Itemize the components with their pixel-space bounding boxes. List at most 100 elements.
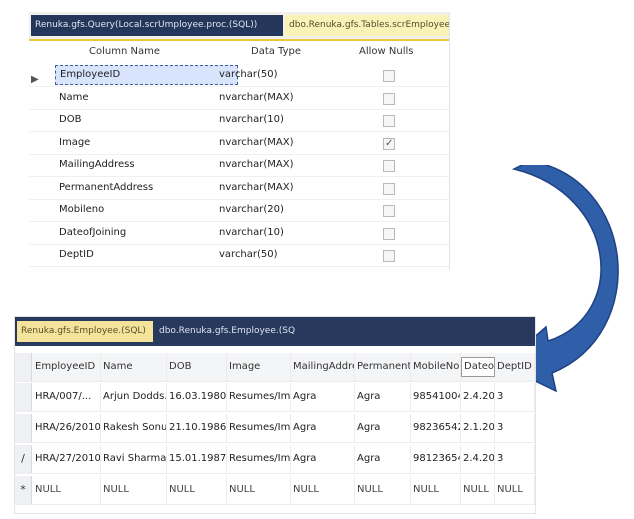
row-indicator[interactable] bbox=[15, 383, 32, 411]
column-name-cell[interactable]: Mobileno bbox=[55, 199, 239, 221]
table-cell[interactable]: NULL bbox=[355, 476, 411, 504]
data-type-cell[interactable]: varchar(50) bbox=[219, 244, 339, 266]
column-definition-row[interactable]: Name nvarchar(MAX) bbox=[29, 87, 449, 110]
results-tab-bar: Renuka.gfs.Employee.(SQL) dbo.Renuka.gfs… bbox=[15, 317, 535, 346]
table-cell[interactable]: Resumes/Ima... bbox=[227, 414, 291, 442]
tab-table-design[interactable]: dbo.Renuka.gfs.Tables.scrEmployee bbox=[285, 15, 449, 36]
designer-tab-bar: Renuka.gfs.Query(Local.scrUmployee.proc.… bbox=[29, 12, 449, 41]
row-indicator[interactable]: / bbox=[15, 445, 32, 473]
column-header[interactable]: DeptID bbox=[495, 353, 535, 381]
data-type-cell[interactable]: nvarchar(10) bbox=[219, 222, 339, 244]
column-definition-row[interactable]: Mobileno nvarchar(20) bbox=[29, 199, 449, 222]
column-definition-row[interactable]: DOB nvarchar(10) bbox=[29, 109, 449, 132]
table-cell[interactable]: 16.03.1980 bbox=[167, 383, 227, 411]
data-type-header: Data Type bbox=[251, 46, 302, 57]
column-definition-row[interactable]: PermanentAddress nvarchar(MAX) bbox=[29, 177, 449, 200]
column-name-cell[interactable]: DOB bbox=[55, 109, 239, 131]
table-cell[interactable]: Agra bbox=[291, 383, 355, 411]
data-type-cell[interactable]: nvarchar(MAX) bbox=[219, 132, 339, 154]
column-definition-row[interactable]: DeptID varchar(50) bbox=[29, 244, 449, 267]
table-cell[interactable]: Agra bbox=[355, 414, 411, 442]
allow-nulls-checkbox[interactable] bbox=[383, 92, 395, 105]
column-name-cell[interactable]: Image bbox=[55, 132, 239, 154]
column-name-header: Column Name bbox=[89, 46, 160, 57]
table-cell[interactable]: NULL bbox=[101, 476, 167, 504]
column-header[interactable]: Image bbox=[227, 353, 291, 381]
column-header[interactable]: MailingAddress bbox=[291, 353, 355, 381]
tab-query-document[interactable]: Renuka.gfs.Query(Local.scrUmployee.proc.… bbox=[31, 15, 283, 36]
table-cell[interactable]: HRA/27/2010 bbox=[33, 445, 101, 473]
results-header-row: EmployeeIDNameDOBImageMailingAddressPerm… bbox=[15, 353, 535, 382]
allow-nulls-checkbox[interactable] bbox=[383, 250, 395, 262]
column-definition-row[interactable]: Image nvarchar(MAX) bbox=[29, 132, 449, 155]
table-cell[interactable]: Rakesh Sonu... bbox=[101, 414, 167, 442]
column-name-cell[interactable]: DeptID bbox=[55, 244, 239, 266]
column-header[interactable]: DOB bbox=[167, 353, 227, 381]
table-cell[interactable]: Agra bbox=[355, 383, 411, 411]
column-definition-row[interactable]: MailingAddress nvarchar(MAX) bbox=[29, 154, 449, 177]
row-indicator[interactable] bbox=[15, 353, 32, 381]
table-cell[interactable]: 2.4.2010 bbox=[461, 445, 495, 473]
table-cell[interactable]: 9823654210 bbox=[411, 414, 461, 442]
column-header[interactable]: EmployeeID bbox=[33, 353, 101, 381]
table-cell[interactable]: Arjun Dodds... bbox=[101, 383, 167, 411]
table-cell[interactable]: 15.01.1987 bbox=[167, 445, 227, 473]
table-cell[interactable]: HRA/007/... bbox=[33, 383, 101, 411]
column-name-cell[interactable]: MailingAddress bbox=[55, 154, 239, 176]
table-row[interactable]: HRA/26/2010Rakesh Sonu...21.10.1986Resum… bbox=[15, 414, 535, 443]
table-cell[interactable]: 21.10.1986 bbox=[167, 414, 227, 442]
data-type-cell[interactable]: nvarchar(MAX) bbox=[219, 177, 339, 199]
table-cell[interactable]: 9812365478 bbox=[411, 445, 461, 473]
table-cell[interactable]: NULL bbox=[227, 476, 291, 504]
row-indicator[interactable]: * bbox=[15, 476, 32, 504]
column-header[interactable]: MobileNo bbox=[411, 353, 461, 381]
column-definition-row[interactable]: ▶ EmployeeID varchar(50) bbox=[29, 64, 449, 87]
column-name-cell[interactable]: PermanentAddress bbox=[55, 177, 239, 199]
allow-nulls-checkbox[interactable] bbox=[383, 182, 395, 195]
allow-nulls-checkbox[interactable] bbox=[383, 115, 395, 127]
tab-results-other[interactable]: dbo.Renuka.gfs.Employee.(SQL) bbox=[155, 321, 295, 342]
table-cell[interactable]: NULL bbox=[291, 476, 355, 504]
table-cell[interactable]: NULL bbox=[461, 476, 495, 504]
tab-results-active[interactable]: Renuka.gfs.Employee.(SQL) bbox=[17, 321, 153, 342]
column-name-cell[interactable]: DateofJoining bbox=[55, 222, 239, 244]
table-cell[interactable]: 9854100471 bbox=[411, 383, 461, 411]
table-cell[interactable]: NULL bbox=[495, 476, 535, 504]
allow-nulls-checkbox[interactable] bbox=[383, 160, 395, 172]
data-type-cell[interactable]: nvarchar(MAX) bbox=[219, 87, 339, 109]
table-cell[interactable]: 3 bbox=[495, 383, 535, 411]
table-cell[interactable]: Resumes/Ima... bbox=[227, 445, 291, 473]
row-indicator[interactable] bbox=[15, 414, 32, 442]
table-cell[interactable]: Agra bbox=[355, 445, 411, 473]
column-header[interactable]: PermanentA... bbox=[355, 353, 411, 381]
table-cell[interactable]: 2.4.2008 bbox=[461, 383, 495, 411]
table-row[interactable]: HRA/007/... Arjun Dodds... 16.03.1980 Resum… bbox=[15, 383, 535, 412]
table-row[interactable]: * NULL NULL NULL NULL NULL NULL NULL NULL NULL bbox=[15, 476, 535, 505]
data-type-cell[interactable]: nvarchar(MAX) bbox=[219, 154, 339, 176]
table-cell[interactable]: Agra bbox=[291, 414, 355, 442]
table-cell[interactable]: NULL bbox=[411, 476, 461, 504]
table-cell[interactable]: NULL bbox=[33, 476, 101, 504]
table-row[interactable]: / HRA/27/2010 Ravi Sharma 15.01.1987 Resumes… bbox=[15, 445, 535, 474]
column-name-cell[interactable]: Name bbox=[55, 87, 239, 109]
table-cell[interactable]: Ravi Sharma bbox=[101, 445, 167, 473]
column-header[interactable]: Name bbox=[101, 353, 167, 381]
table-cell[interactable]: HRA/26/2010 bbox=[33, 414, 101, 442]
column-definition-row[interactable]: DateofJoining nvarchar(10) bbox=[29, 222, 449, 245]
data-type-cell[interactable]: nvarchar(20) bbox=[219, 199, 339, 221]
table-designer-panel: Renuka.gfs.Query(Local.scrUmployee.proc.… bbox=[29, 12, 450, 270]
allow-nulls-checkbox[interactable] bbox=[383, 227, 395, 240]
data-type-cell[interactable]: varchar(50) bbox=[219, 64, 339, 86]
column-name-cell[interactable]: EmployeeID bbox=[55, 65, 238, 85]
data-type-cell[interactable]: nvarchar(10) bbox=[219, 109, 339, 131]
table-cell[interactable]: 2.1.2010 bbox=[461, 414, 495, 442]
column-header[interactable]: DateofJoining bbox=[461, 357, 495, 377]
allow-nulls-checkbox[interactable] bbox=[383, 70, 395, 82]
table-cell[interactable]: Resumes/Ima... bbox=[227, 383, 291, 411]
table-cell[interactable]: 3 bbox=[495, 445, 535, 473]
allow-nulls-checkbox[interactable] bbox=[383, 205, 395, 217]
table-cell[interactable]: Agra bbox=[291, 445, 355, 473]
table-cell[interactable]: 3 bbox=[495, 414, 535, 442]
table-cell[interactable]: NULL bbox=[167, 476, 227, 504]
allow-nulls-checkbox[interactable] bbox=[383, 133, 395, 155]
